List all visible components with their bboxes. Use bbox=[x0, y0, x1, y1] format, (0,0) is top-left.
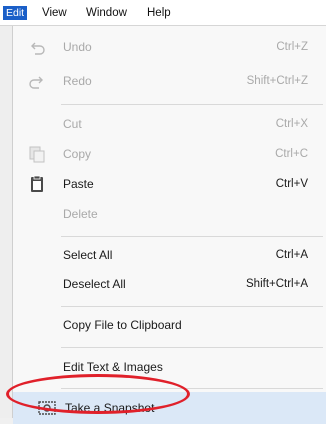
cut-shortcut: Ctrl+X bbox=[275, 118, 308, 130]
separator bbox=[61, 104, 323, 105]
menu-item-paste[interactable]: Paste Ctrl+V bbox=[13, 168, 326, 200]
select-all-shortcut: Ctrl+A bbox=[275, 249, 308, 261]
separator bbox=[61, 236, 323, 237]
redo-icon bbox=[29, 76, 43, 89]
deselect-all-label: Deselect All bbox=[63, 277, 126, 291]
menu-item-copy[interactable]: Copy Ctrl+C bbox=[13, 138, 326, 170]
delete-label: Delete bbox=[63, 207, 98, 221]
menu-item-take-a-snapshot[interactable]: Take a Snapshot bbox=[13, 392, 326, 424]
separator bbox=[61, 388, 323, 389]
menu-window[interactable]: Window bbox=[86, 5, 127, 21]
menu-item-select-all[interactable]: Select All Ctrl+A bbox=[13, 239, 326, 271]
menu-edit[interactable]: Edit bbox=[3, 6, 28, 20]
copy-label: Copy bbox=[63, 147, 92, 161]
snapshot-label: Take a Snapshot bbox=[65, 401, 155, 415]
undo-shortcut: Ctrl+Z bbox=[276, 41, 308, 53]
background-strip bbox=[0, 26, 12, 418]
redo-shortcut: Shift+Ctrl+Z bbox=[246, 75, 308, 87]
menu-item-cut[interactable]: Cut Ctrl+X bbox=[13, 108, 326, 140]
menu-item-copy-file-to-clipboard[interactable]: Copy File to Clipboard bbox=[13, 309, 326, 341]
copy-shortcut: Ctrl+C bbox=[275, 148, 308, 160]
copy-icon bbox=[29, 146, 45, 163]
deselect-all-shortcut: Shift+Ctrl+A bbox=[246, 278, 308, 290]
menu-item-edit-text-images[interactable]: Edit Text & Images bbox=[13, 351, 326, 383]
menu-item-redo[interactable]: Redo Shift+Ctrl+Z bbox=[13, 65, 326, 97]
paste-shortcut: Ctrl+V bbox=[275, 178, 308, 190]
edit-menu-dropdown: Undo Ctrl+Z Redo Shift+Ctrl+Z Cut Ctrl+X… bbox=[12, 26, 326, 424]
cut-label: Cut bbox=[63, 117, 82, 131]
menu-help[interactable]: Help bbox=[147, 5, 171, 21]
menu-item-delete[interactable]: Delete bbox=[13, 198, 326, 230]
separator bbox=[61, 306, 323, 307]
menu-item-undo[interactable]: Undo Ctrl+Z bbox=[13, 31, 326, 63]
redo-label: Redo bbox=[63, 74, 92, 88]
undo-label: Undo bbox=[63, 40, 92, 54]
edit-text-label: Edit Text & Images bbox=[63, 360, 163, 374]
select-all-label: Select All bbox=[63, 248, 113, 262]
copy-file-label: Copy File to Clipboard bbox=[63, 318, 182, 332]
camera-snapshot-icon bbox=[38, 401, 56, 415]
separator bbox=[61, 347, 323, 348]
menu-bar: Edit View Window Help bbox=[0, 0, 326, 26]
menu-item-deselect-all[interactable]: Deselect All Shift+Ctrl+A bbox=[13, 268, 326, 300]
paste-clipboard-icon bbox=[31, 175, 43, 192]
paste-label: Paste bbox=[63, 177, 94, 191]
undo-icon bbox=[31, 42, 45, 55]
menu-view[interactable]: View bbox=[42, 5, 67, 21]
